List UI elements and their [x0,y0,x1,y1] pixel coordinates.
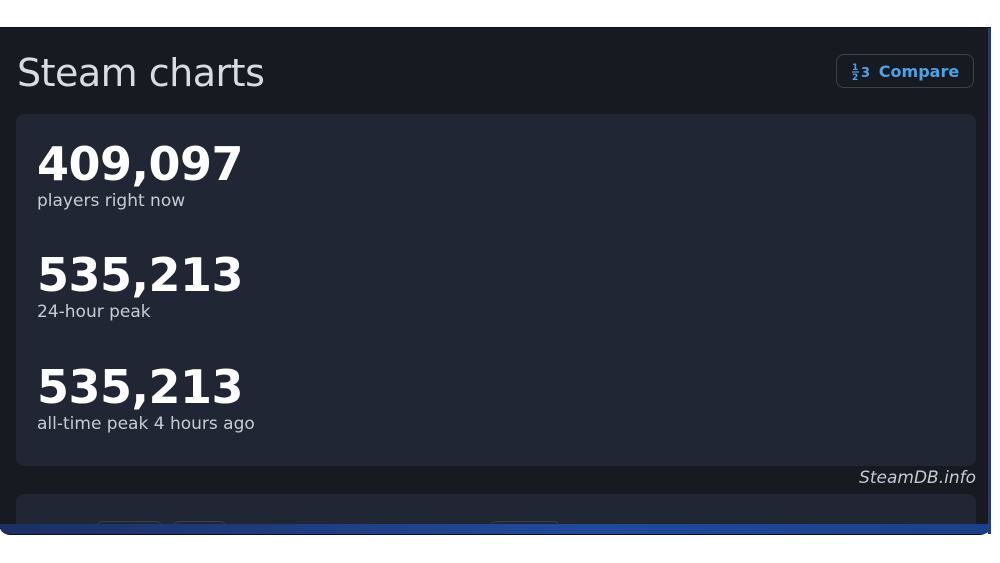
svg-text:2: 2 [852,73,858,82]
all-time-peak-value: 535,213 [37,360,244,414]
compare-button-label: Compare [878,61,960,81]
steamdb-credit: SteamDB.info [859,468,976,488]
window-edge [988,28,991,534]
current-players-value: 409,097 [37,137,244,191]
stat-all-time-peak: 535,213 all-time peak 4 hours ago [37,361,255,435]
compare-button[interactable]: 1 2 3 Compare [836,54,974,88]
player-stats-card: 409,097 players right now 535,213 24-hou… [16,114,976,466]
24h-peak-label: 24-hour peak [37,302,151,322]
current-players-label: players right now [37,191,186,211]
24h-peak-value: 535,213 [37,248,244,302]
stat-current-players: 409,097 players right now [37,137,244,212]
window-edge [0,524,991,534]
steam-charts-panel: Steam charts 1 2 3 Compare 409,097 playe… [0,28,990,534]
all-time-peak-label: all-time peak 4 hours ago [37,414,255,434]
numbers-icon: 1 2 3 [851,60,873,82]
page-title: Steam charts [17,51,265,95]
svg-text:3: 3 [861,66,870,81]
stat-24h-peak: 535,213 24-hour peak [37,248,244,323]
